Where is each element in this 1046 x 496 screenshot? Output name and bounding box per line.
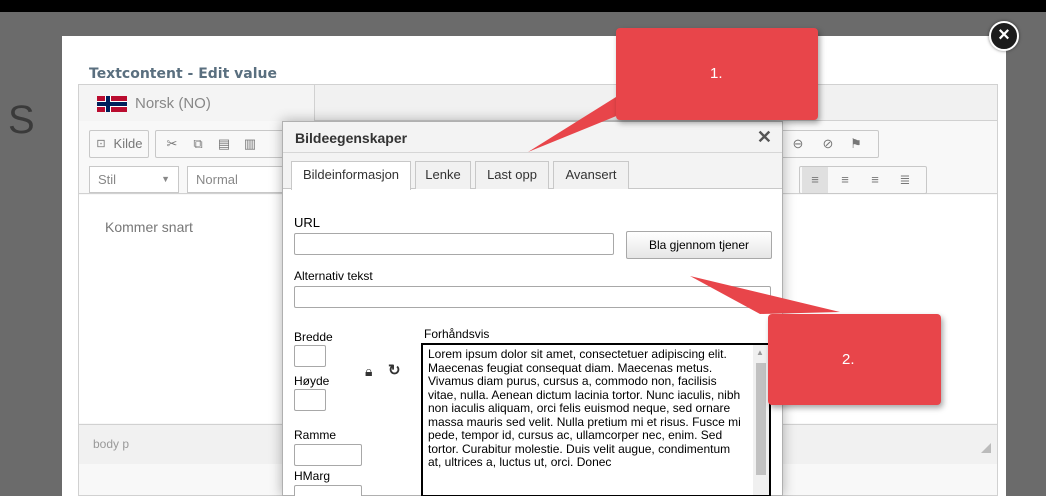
dialog-close-icon[interactable]: ✕ [757, 127, 772, 148]
cut-icon[interactable]: ✂ [162, 131, 182, 157]
backdrop-letter: S [8, 98, 35, 142]
callout-2-label: 2. [842, 351, 855, 368]
callout-1-label: 1. [710, 65, 723, 82]
language-bar: Norsk (NO) [79, 85, 997, 121]
content-text: Kommer snart [105, 219, 193, 235]
source-icon: ⊡ [96, 138, 106, 150]
dialog-tabs: Bildeinformasjon Lenke Last opp Avansert [283, 153, 782, 190]
link-icon[interactable]: ⊖ [788, 131, 808, 157]
element-path[interactable]: body p [93, 437, 129, 451]
border-label: Ramme [294, 428, 337, 442]
hspace-input[interactable] [294, 485, 362, 496]
tab-upload[interactable]: Last opp [475, 161, 549, 189]
width-input[interactable] [294, 345, 326, 367]
resize-handle-icon[interactable] [981, 443, 991, 453]
language-tab-norsk[interactable]: Norsk (NO) [79, 85, 315, 121]
format-combo[interactable]: Normal [187, 166, 287, 193]
unlink-icon[interactable]: ⊘ [818, 131, 838, 157]
image-properties-dialog: Bildeegenskaper ✕ Bildeinformasjon Lenke… [282, 121, 783, 496]
close-icon[interactable]: × [989, 21, 1019, 51]
dialog-header[interactable]: Bildeegenskaper ✕ [283, 122, 782, 153]
language-tab-label: Norsk (NO) [135, 95, 211, 112]
alt-text-label: Alternativ tekst [294, 269, 373, 283]
style-combo-value: Stil [98, 172, 117, 187]
align-right-icon[interactable]: ≡ [862, 167, 888, 193]
alt-text-input[interactable] [294, 286, 771, 308]
anchor-flag-icon[interactable]: ⚑ [846, 131, 866, 157]
lock-ratio-icon[interactable]: 🔒︎ [365, 363, 372, 380]
dialog-title: Bildeegenskaper [295, 130, 408, 146]
browse-server-button[interactable]: Bla gjennom tjener [626, 231, 772, 259]
url-label: URL [294, 215, 321, 230]
scroll-thumb[interactable] [756, 363, 766, 475]
callout-1: 1. [616, 28, 818, 120]
callout-2: 2. [768, 314, 941, 405]
border-input[interactable] [294, 444, 362, 466]
link-group: ⊖ ⊘ ⚑ [779, 130, 879, 158]
preview-text: Lorem ipsum dolor sit amet, consectetuer… [428, 347, 741, 469]
style-combo[interactable]: Stil ▼ [89, 166, 179, 193]
chevron-down-icon: ▼ [161, 174, 170, 184]
reset-size-icon[interactable]: ↻ [388, 361, 401, 379]
norway-flag-icon [97, 96, 127, 112]
align-center-icon[interactable]: ≡ [832, 167, 858, 193]
height-label: Høyde [294, 374, 330, 388]
tab-link[interactable]: Lenke [415, 161, 471, 189]
paste-icon[interactable]: ▤ [214, 131, 234, 157]
image-preview: Lorem ipsum dolor sit amet, consectetuer… [421, 343, 771, 496]
tab-image-info[interactable]: Bildeinformasjon [291, 161, 411, 190]
align-left-icon[interactable]: ≡ [802, 167, 828, 193]
hspace-label: HMarg [294, 469, 331, 483]
source-button[interactable]: ⊡ Kilde [89, 130, 149, 158]
alignment-group: ≡ ≡ ≡ ≣ [799, 166, 927, 194]
align-justify-icon[interactable]: ≣ [892, 167, 918, 193]
modal-title: Textcontent - Edit value [89, 66, 277, 82]
source-label: Kilde [113, 136, 143, 151]
tab-advanced[interactable]: Avansert [553, 161, 629, 189]
top-black-bar [0, 0, 1046, 12]
preview-scrollbar[interactable]: ▲ [753, 345, 769, 495]
preview-label: Forhåndsvis [424, 327, 490, 341]
copy-icon[interactable]: ⧉ [188, 131, 208, 157]
width-label: Bredde [294, 330, 333, 344]
height-input[interactable] [294, 389, 326, 411]
paste-text-icon[interactable]: ▥ [240, 131, 260, 157]
format-combo-value: Normal [196, 172, 238, 187]
url-input[interactable] [294, 233, 614, 255]
scroll-up-icon[interactable]: ▲ [756, 348, 764, 357]
clipboard-group: ✂ ⧉ ▤ ▥ [155, 130, 285, 158]
